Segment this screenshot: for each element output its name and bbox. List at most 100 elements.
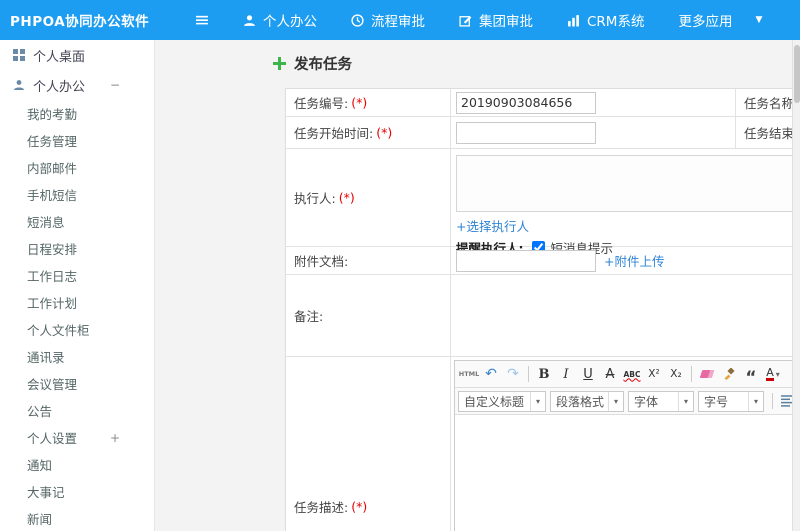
sidebar-item-label: 会议管理 (27, 377, 78, 392)
sidebar-item-personal-desktop[interactable]: 个人桌面 (0, 40, 154, 70)
nav-process-approval[interactable]: 流程审批 (334, 0, 442, 40)
sidebar-item-label: 内部邮件 (27, 161, 78, 176)
bar-chart-icon (567, 14, 580, 27)
nav-label: 个人办公 (263, 14, 317, 30)
nav-personal-office[interactable]: 个人办公 (226, 0, 334, 40)
subscript-button[interactable]: X₂ (665, 363, 687, 385)
sidebar-item-meeting-management[interactable]: 会议管理 (0, 370, 154, 397)
sidebar-item-work-log[interactable]: 工作日志 (0, 262, 154, 289)
nav-label: 流程审批 (371, 14, 425, 30)
task-number-label: 任务编号: (*) (286, 89, 451, 116)
sidebar-item-contacts[interactable]: 通讯录 (0, 343, 154, 370)
font-size-select[interactable]: 字号 ▾ (698, 390, 764, 412)
attachment-input[interactable] (456, 249, 596, 272)
choose-executor-link[interactable]: +选择执行人 (456, 219, 529, 234)
sidebar-item-work-plan[interactable]: 工作计划 (0, 289, 154, 316)
underline-button[interactable]: U (577, 363, 599, 385)
main-content: 发布任务 任务编号: (*) 任务名称: (*) (155, 40, 792, 531)
font-family-select[interactable]: 字体 ▾ (628, 390, 694, 412)
strikethrough-button[interactable]: A (599, 363, 621, 385)
sidebar-item-task-management[interactable]: 任务管理 (0, 127, 154, 154)
attachment-cell: +附件上传 (451, 247, 792, 274)
scrollbar-thumb[interactable] (794, 45, 800, 103)
spellcheck-button[interactable]: ABC (621, 363, 643, 385)
sidebar-item-notification[interactable]: 通知 (0, 451, 154, 478)
remark-label: 备注: (286, 275, 451, 356)
sidebar-item-label: 个人设置 (27, 431, 78, 446)
chevron-down-icon: ▾ (678, 391, 693, 411)
sidebar-item-label: 公告 (27, 404, 53, 419)
remark-textarea[interactable] (456, 281, 792, 356)
sidebar-item-label: 个人文件柜 (27, 323, 90, 338)
sidebar-item-personal-office[interactable]: 个人办公 − (0, 70, 154, 100)
sidebar-item-internal-mail[interactable]: 内部邮件 (0, 154, 154, 181)
form-row-description: 任务描述: (*) HTML ↶ ↷ B I U A ABC X² X₂ “ A… (286, 357, 792, 531)
sidebar-item-personal-settings[interactable]: 个人设置 + (0, 424, 154, 451)
sidebar-item-label: 工作日志 (27, 269, 78, 284)
collapse-icon[interactable]: − (110, 78, 120, 92)
start-time-input[interactable] (456, 121, 596, 144)
toolbar-separator (528, 366, 529, 382)
bold-button[interactable]: B (533, 363, 555, 385)
chevron-down-icon: ▼ (755, 15, 763, 25)
user-icon (13, 79, 25, 91)
task-number-input[interactable] (456, 91, 596, 114)
edit-icon (459, 14, 472, 27)
label-text: 执行人: (294, 191, 336, 206)
font-color-icon: A (766, 366, 774, 381)
chevron-down-icon: ▾ (775, 369, 780, 379)
blockquote-button[interactable]: “ (740, 363, 762, 387)
undo-icon[interactable]: ↶ (480, 363, 502, 385)
sidebar-item-personal-files[interactable]: 个人文件柜 (0, 316, 154, 343)
form-row-attachment: 附件文档: +附件上传 (286, 247, 792, 275)
executor-textarea[interactable] (456, 155, 792, 212)
format-painter-button[interactable] (718, 363, 740, 385)
editor-toolbar-row2: 自定义标题 ▾ 段落格式 ▾ 字体 ▾ 字号 ▾ (455, 388, 792, 415)
align-left-button[interactable] (777, 390, 792, 412)
sidebar-item-label: 我的考勤 (27, 107, 78, 122)
attachment-upload-link[interactable]: +附件上传 (604, 251, 664, 270)
hamburger-menu-icon[interactable]: ≡ (184, 0, 220, 40)
html-source-button[interactable]: HTML (458, 363, 480, 385)
rich-text-editor: HTML ↶ ↷ B I U A ABC X² X₂ “ A ▾ 自定义标题 ▾… (454, 360, 792, 531)
sidebar-item-label: 通知 (27, 458, 53, 473)
label-text: 附件文档: (294, 254, 349, 269)
sidebar-item-schedule[interactable]: 日程安排 (0, 235, 154, 262)
expand-icon[interactable]: + (110, 431, 120, 445)
sidebar-item-major-events[interactable]: 大事记 (0, 478, 154, 505)
toolbar-separator (691, 366, 692, 382)
toolbar-separator (772, 393, 773, 409)
editor-content-area[interactable] (455, 415, 792, 531)
executor-label: 执行人: (*) (286, 149, 451, 246)
sidebar-item-mobile-sms[interactable]: 手机短信 (0, 181, 154, 208)
font-color-button[interactable]: A ▾ (762, 363, 784, 385)
sidebar-item-announcement[interactable]: 公告 (0, 397, 154, 424)
sidebar-item-label: 个人桌面 (33, 49, 86, 65)
nav-crm-system[interactable]: CRM系统 (550, 0, 661, 40)
sidebar-item-label: 新闻 (27, 512, 53, 527)
sidebar-item-label: 任务管理 (27, 134, 78, 149)
sidebar-item-label: 工作计划 (27, 296, 78, 311)
redo-icon[interactable]: ↷ (502, 363, 524, 385)
custom-heading-select[interactable]: 自定义标题 ▾ (458, 390, 546, 412)
superscript-button[interactable]: X² (643, 363, 665, 385)
remove-format-button[interactable] (696, 363, 718, 385)
sidebar-item-label: 短消息 (27, 215, 65, 230)
page-title: 发布任务 (273, 53, 352, 74)
label-text: 任务开始时间: (294, 126, 374, 141)
nav-group-approval[interactable]: 集团审批 (442, 0, 550, 40)
form-row-executor: 执行人: (*) +选择执行人 提醒执行人: 短消息提示 (286, 149, 792, 256)
italic-button[interactable]: I (555, 363, 577, 385)
sidebar-item-my-attendance[interactable]: 我的考勤 (0, 100, 154, 127)
executor-cell: +选择执行人 提醒执行人: 短消息提示 (451, 149, 792, 256)
form-row-remark: 备注: (286, 275, 792, 357)
sidebar-item-news[interactable]: 新闻 (0, 505, 154, 531)
sidebar-item-short-message[interactable]: 短消息 (0, 208, 154, 235)
task-number-cell (451, 89, 736, 116)
nav-more-apps[interactable]: 更多应用 ▼ (661, 0, 779, 40)
add-task-icon (273, 57, 286, 70)
vertical-scrollbar[interactable] (792, 40, 800, 531)
top-navigation: 个人办公 流程审批 集团审批 CRM系统 更多应用 ▼ (226, 0, 779, 40)
paragraph-format-select[interactable]: 段落格式 ▾ (550, 390, 624, 412)
chevron-down-icon: ▾ (608, 391, 623, 411)
